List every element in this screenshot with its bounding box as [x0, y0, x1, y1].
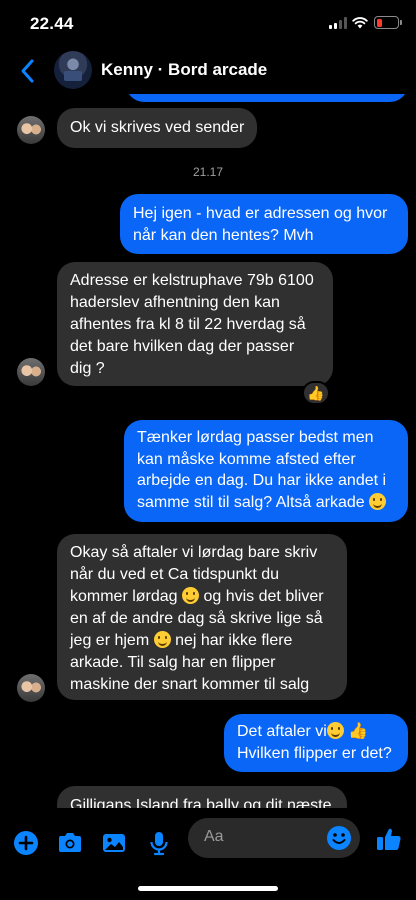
message-text: afhentes fra kl 8 til 22 hverdag så: [70, 316, 306, 333]
message-text: arkade. Til salg har en flipper: [70, 654, 276, 671]
message-input[interactable]: Aa: [188, 818, 360, 858]
message-text: maskine der snart kommer til salg: [70, 676, 310, 693]
message-text: Tænker lørdag passer bedst men: [137, 429, 374, 446]
message-bubble-incoming[interactable]: Gilligans Island fra bally og dit næste: [57, 786, 347, 808]
message-text: Adresse er kelstruphave 79b 6100: [70, 272, 314, 289]
grin-emoji-icon: [182, 587, 200, 604]
message-text: arbejde en dag. Du har ikke andet i: [137, 472, 387, 489]
back-icon[interactable]: [16, 57, 40, 85]
message-text: en af de andre dag så skrive lige så: [70, 610, 323, 627]
message-bubble-incoming[interactable]: Adresse er kelstruphave 79b 6100 hadersl…: [57, 262, 333, 386]
photo-icon[interactable]: [101, 830, 127, 856]
message-text: haderslev afhentning den kan: [70, 294, 280, 311]
message-text: nej har ikke flere: [175, 632, 293, 649]
message-text: Ok vi skrives ved sender: [70, 119, 245, 136]
message-text: når du ved et Ca tidspunkt du: [70, 566, 280, 583]
message-bubble-incoming[interactable]: Okay så aftaler vi lørdag bare skriv når…: [57, 534, 347, 700]
message-text: Gilligans Island fra bally og dit næste: [70, 797, 332, 808]
message-text: dig ?: [70, 360, 105, 377]
message-bubble-outgoing[interactable]: Hej igen - hvad er adressen og hvor når …: [120, 194, 408, 254]
sender-avatar: [17, 674, 45, 702]
message-text: når kan den hentes? Mvh: [133, 227, 314, 244]
conversation-header: Kenny · Bord arcade: [0, 48, 416, 94]
message-text: Okay så aftaler vi lørdag bare skriv: [70, 544, 318, 561]
plus-icon[interactable]: [13, 830, 39, 856]
smile-emoji-icon: [326, 722, 344, 739]
message-bubble-outgoing[interactable]: Det aftaler vi 👍 Hvilken flipper er det?: [224, 714, 408, 772]
sender-avatar: [17, 116, 45, 144]
emoji-icon[interactable]: [326, 825, 352, 851]
smile-emoji-icon: [369, 492, 387, 510]
contact-avatar[interactable]: [54, 51, 92, 89]
signal-icon: [329, 17, 347, 29]
message-text: Hvilken flipper er det?: [237, 745, 392, 762]
message-text: jeg er hjem: [70, 632, 150, 649]
reaction-badge[interactable]: 👍: [302, 381, 330, 405]
message-text: Hej igen - hvad er adressen og hvor: [133, 205, 388, 222]
message-list[interactable]: Ok vi skrives ved sender 21.17 Hej igen …: [0, 94, 416, 808]
message-text: kommer lørdag: [70, 588, 178, 605]
camera-icon[interactable]: [57, 830, 83, 856]
thumbs-up-icon: 👍: [348, 723, 369, 740]
grin-emoji-icon: [153, 631, 171, 648]
message-text: samme stil til salg? Altså arkade: [137, 493, 365, 511]
timestamp: 21.17: [192, 165, 224, 179]
message-input-placeholder: Aa: [204, 828, 224, 845]
message-text: det bare hvilken dag der passer: [70, 338, 295, 355]
message-text: kan måske komme afsted efter: [137, 450, 356, 468]
message-bubble-incoming[interactable]: Ok vi skrives ved sender: [57, 108, 258, 148]
battery-icon: [374, 16, 402, 29]
thumbs-up-icon[interactable]: [376, 826, 402, 852]
wifi-icon: [352, 17, 368, 29]
message-bubble-outgoing-partial: [126, 94, 408, 102]
message-text: Det aftaler vi: [237, 723, 327, 740]
home-indicator: [138, 886, 278, 891]
message-bubble-outgoing[interactable]: Tænker lørdag passer bedst men kan måske…: [124, 420, 408, 522]
microphone-icon[interactable]: [146, 830, 172, 856]
status-time: 22.44: [30, 14, 74, 33]
message-text: og hvis det bliver: [203, 588, 324, 605]
thumbs-up-icon: 👍: [307, 385, 325, 401]
contact-name[interactable]: Kenny · Bord arcade: [101, 60, 267, 80]
sender-avatar: [17, 358, 45, 386]
status-bar: 22.44: [0, 0, 416, 48]
